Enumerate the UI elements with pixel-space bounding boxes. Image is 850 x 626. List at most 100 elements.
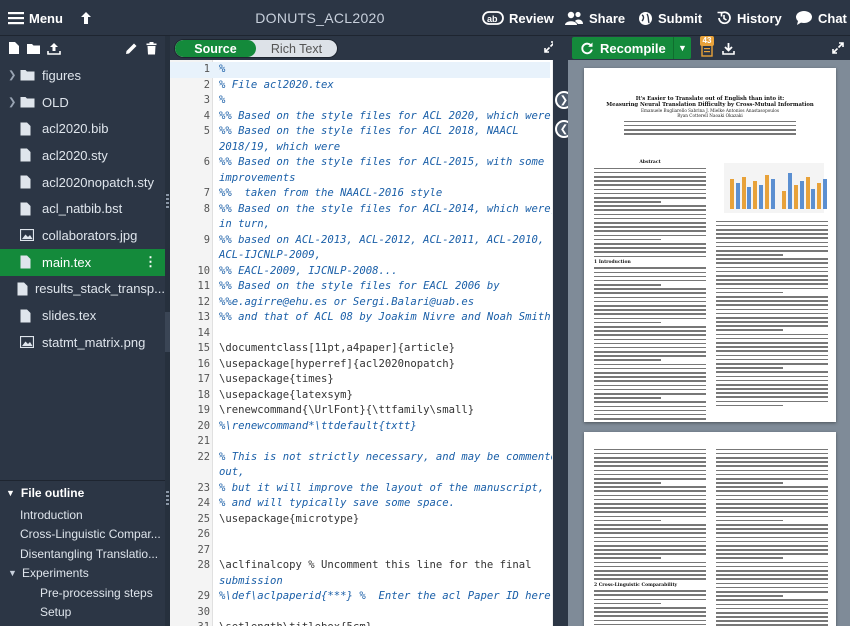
pdf-figure-bar [805,177,810,209]
file-item[interactable]: acl2020.bib [0,115,165,142]
code-text: %% based on ACL-2013, ACL-2012, ACL-2011… [219,233,545,246]
file-item[interactable]: results_stack_transp... [0,276,165,303]
pdf-text-line [716,379,828,382]
pdf-text-line [594,574,706,576]
outline-item[interactable]: Pre-processing steps [0,583,165,603]
line-number: 27 [197,543,210,556]
outline-item[interactable]: Introduction [0,505,165,525]
review-button[interactable]: ab Review [482,0,554,36]
outline-item[interactable]: Setup [0,603,165,623]
pdf-text-line [594,275,706,278]
line-number: 17 [197,373,210,385]
pdf-page-1-right-column [716,218,828,409]
line-number: 19 [197,404,210,416]
file-item[interactable]: main.tex ⋮ [0,248,165,276]
code-line: 7 %% taken from the NAACL-2016 style [170,186,550,202]
code-line: 14 [170,326,550,342]
refresh-icon [581,42,593,55]
submit-button[interactable]: Submit [638,0,702,36]
code-text: out, [219,466,245,478]
code-text: %% Based on the style files for ACL 2020… [219,109,551,122]
file-icon [20,255,36,269]
pdf-text-line [594,376,706,378]
pdf-text-line [716,586,828,589]
code-line: 29 %\def\aclpaperid{***} % Enter the acl … [170,589,550,605]
source-tab[interactable]: Source [175,40,256,57]
code-line: 10 %% EACL-2009, IJCNLP-2008... [170,264,550,280]
pdf-text-line [594,342,706,345]
chevron-right-icon: ❯ [8,96,17,108]
new-file-icon[interactable] [8,41,20,55]
upload-icon[interactable] [47,42,61,55]
new-folder-icon[interactable] [26,42,41,55]
code-text: improvements [219,171,296,184]
review-icon: ab [482,11,504,25]
pdf-section-heading: 2 Cross-Linguistic Comparability [594,582,678,588]
pdf-text-line [594,209,706,212]
pdf-text-line [716,607,828,610]
pdf-text-line [594,380,706,382]
file-item[interactable]: acl2020nopatch.sty [0,169,165,196]
pdf-text-line [594,602,662,605]
pdf-text-line [594,469,706,472]
pdf-figure-bar [753,181,758,209]
file-name: acl2020.sty [42,147,108,163]
code-text: %% Based on the style files for ACL 2018… [219,125,519,137]
code-line: 28 \aclfinalcopy % Uncomment this line fo… [170,558,550,574]
pdf-text-line [716,490,828,493]
logs-icon[interactable] [701,44,713,57]
pdf-page-2-left-column: 2 Cross-Linguistic Comparability [594,446,706,626]
file-item[interactable]: acl2020.sty [0,142,165,169]
pdf-text-line [594,226,706,228]
chat-button[interactable]: Chat [795,0,847,36]
recompile-dropdown-caret[interactable]: ▼ [673,37,691,59]
share-button[interactable]: Share [564,0,625,36]
pdf-text-line [716,528,828,530]
pdf-text-line [716,241,828,244]
expand-pdf-icon[interactable] [832,42,844,54]
pdf-figure-1 [724,163,827,213]
line-number: 31 [180,620,210,626]
rich-text-tab[interactable]: Rich Text [256,40,337,57]
pdf-text-line [594,184,706,186]
code-text: in turn, [219,218,271,230]
file-outline-header[interactable]: ▼ File outline [0,481,165,505]
pdf-text-line [716,279,828,281]
pdf-text-line [594,418,706,420]
file-item[interactable]: collaborators.jpg [0,222,165,249]
file-item[interactable]: ❯ figures [0,62,165,89]
pdf-text-line [594,367,706,370]
code-text: submission [219,574,283,587]
history-button[interactable]: History [716,0,782,36]
file-item[interactable]: statmt_matrix.png [0,329,165,356]
up-arrow-button[interactable] [80,0,97,36]
pdf-text-line [594,251,706,253]
file-menu-icon[interactable]: ⋮ [144,254,157,270]
pencil-icon[interactable] [125,42,138,55]
pdf-text-line [594,325,706,328]
file-name: collaborators.jpg [42,227,138,243]
outline-item[interactable]: ▼ Experiments [0,564,165,584]
pdf-figure-bar [764,175,769,209]
line-number: 16 [197,357,210,370]
code-editor[interactable]: 1% 2% File acl2020.tex 3% 4%% Based on the … [170,60,562,626]
outline-item[interactable]: Cross-Linguistic Compar... [0,525,165,545]
file-item[interactable]: acl_natbib.bst [0,195,165,222]
pdf-preview[interactable]: It's Easier to Translate out of English … [568,60,850,626]
code-line: improvements [170,171,550,187]
file-item[interactable]: ❯ OLD [0,89,165,116]
file-name: acl2020.bib [42,121,109,137]
pdf-text-line [594,321,662,324]
recompile-button[interactable]: Recompile ▼ [572,37,691,59]
outline-item[interactable]: Disentangling Translatio... [0,544,165,564]
pdf-text-line [594,494,706,497]
trash-icon[interactable] [146,41,157,55]
file-name: figures [42,67,82,83]
download-icon[interactable] [722,42,735,55]
file-item[interactable]: slides.tex [0,302,165,329]
file-icon [20,309,36,323]
outline-item-label: Introduction [20,507,83,522]
pdf-text-line [716,392,828,394]
menu-button[interactable]: Menu [8,0,63,36]
line-number: 3 [203,94,210,106]
